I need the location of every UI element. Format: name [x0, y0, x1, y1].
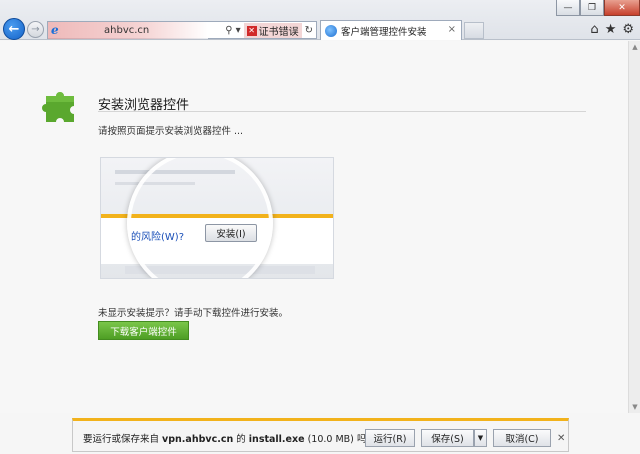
no-prompt-text: 未显示安装提示？请手动下载控件进行安装。: [98, 308, 289, 319]
forward-arrow-icon: →: [31, 24, 40, 35]
cert-error-label: 证书错误: [258, 27, 299, 38]
save-button[interactable]: 保存(S): [421, 429, 474, 447]
download-notification-bar: 要运行或保存来自 vpn.ahbvc.cn 的 install.exe (10.…: [72, 418, 569, 452]
address-bar[interactable]: e ahbvc.cn ⚲ ▾ ✕ 证书错误 ↻: [47, 21, 317, 39]
title-divider: [98, 111, 586, 112]
cancel-button[interactable]: 取消(C): [493, 429, 551, 447]
install-demo-image: 的风险(W)? 安装(I): [100, 157, 334, 279]
home-icon[interactable]: ⌂: [590, 22, 598, 37]
message-prefix: 要运行或保存来自: [83, 434, 160, 445]
back-arrow-icon: ←: [8, 21, 20, 37]
download-size: (10.0 MB): [307, 434, 354, 445]
notification-message: 要运行或保存来自 vpn.ahbvc.cn 的 install.exe (10.…: [83, 431, 371, 445]
browser-chrome: — ❐ ✕ ← → e ahbvc.cn ⚲ ▾ ✕ 证书错误 ↻ 客户端管理控…: [0, 0, 640, 40]
download-client-button[interactable]: 下载客户端控件: [98, 321, 189, 340]
close-icon[interactable]: ✕: [557, 433, 565, 444]
cert-error-icon: ✕: [246, 25, 257, 36]
address-tools: ⚲ ▾ ✕ 证书错误 ↻: [225, 23, 313, 38]
search-icon[interactable]: ⚲: [225, 25, 232, 36]
run-button[interactable]: 运行(R): [365, 429, 415, 447]
maximize-button[interactable]: ❐: [580, 0, 604, 16]
puzzle-piece-icon: [42, 92, 74, 122]
ie-icon: e: [51, 22, 59, 37]
close-window-button[interactable]: ✕: [604, 0, 640, 16]
tab-favicon-icon: [325, 24, 337, 37]
save-options-chevron-down-icon[interactable]: ▼: [474, 429, 487, 447]
message-mid: 的: [236, 434, 246, 445]
demo-risk-text: 的风险(W)?: [131, 232, 184, 243]
refresh-icon[interactable]: ↻: [305, 25, 313, 36]
address-text: ahbvc.cn: [104, 24, 150, 36]
window-controls: — ❐ ✕: [556, 0, 640, 16]
cert-error-badge[interactable]: ✕ 证书错误: [243, 23, 302, 38]
install-instruction: 请按照页面提示安装浏览器控件 ...: [98, 126, 244, 137]
download-filename: install.exe: [248, 434, 305, 445]
magnifier-circle: [127, 158, 273, 278]
demo-install-button: 安装(I): [205, 224, 257, 242]
vertical-scrollbar[interactable]: ▲ ▼: [628, 41, 640, 413]
new-tab-button[interactable]: [464, 22, 484, 39]
tab-close-icon[interactable]: ×: [448, 24, 456, 35]
scroll-down-icon[interactable]: ▼: [629, 401, 640, 413]
toolbar-right: ⌂ ★ ⚙: [590, 22, 634, 37]
star-icon[interactable]: ★: [605, 22, 617, 37]
tab-active[interactable]: 客户端管理控件安装 ×: [320, 20, 462, 40]
minimize-button[interactable]: —: [556, 0, 580, 16]
forward-button[interactable]: →: [27, 21, 44, 38]
download-domain: vpn.ahbvc.cn: [162, 434, 234, 445]
gear-icon[interactable]: ⚙: [622, 22, 634, 37]
back-button[interactable]: ←: [3, 18, 25, 40]
dropdown-arrow-icon[interactable]: ▾: [236, 25, 241, 36]
tab-title: 客户端管理控件安装: [341, 26, 427, 38]
scroll-up-icon[interactable]: ▲: [629, 41, 640, 53]
